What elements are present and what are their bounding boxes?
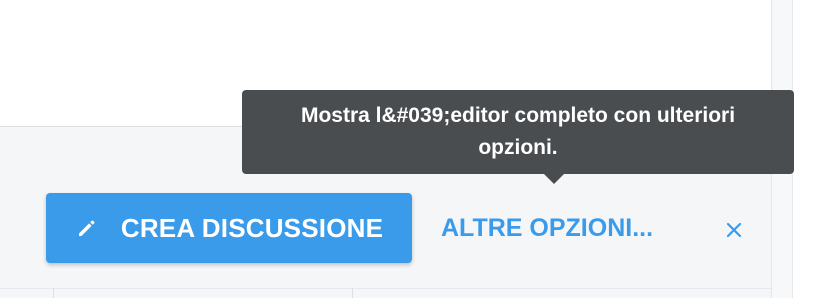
tooltip-arrow: [544, 174, 564, 184]
close-icon: [726, 222, 742, 238]
divider: [352, 288, 353, 298]
tooltip: Mostra l&#039;editor completo con ulteri…: [242, 90, 794, 174]
tooltip-text: Mostra l&#039;editor completo con ulteri…: [300, 104, 736, 159]
more-options-link[interactable]: ALTRE OPZIONI...: [441, 210, 653, 246]
divider: [53, 288, 54, 298]
divider: [0, 288, 771, 289]
create-discussion-button[interactable]: CREA DISCUSSIONE: [46, 193, 412, 263]
pencil-icon: [75, 216, 99, 240]
close-composer-button[interactable]: [720, 216, 748, 244]
create-discussion-label: CREA DISCUSSIONE: [120, 212, 384, 243]
page-edge: [793, 0, 830, 298]
